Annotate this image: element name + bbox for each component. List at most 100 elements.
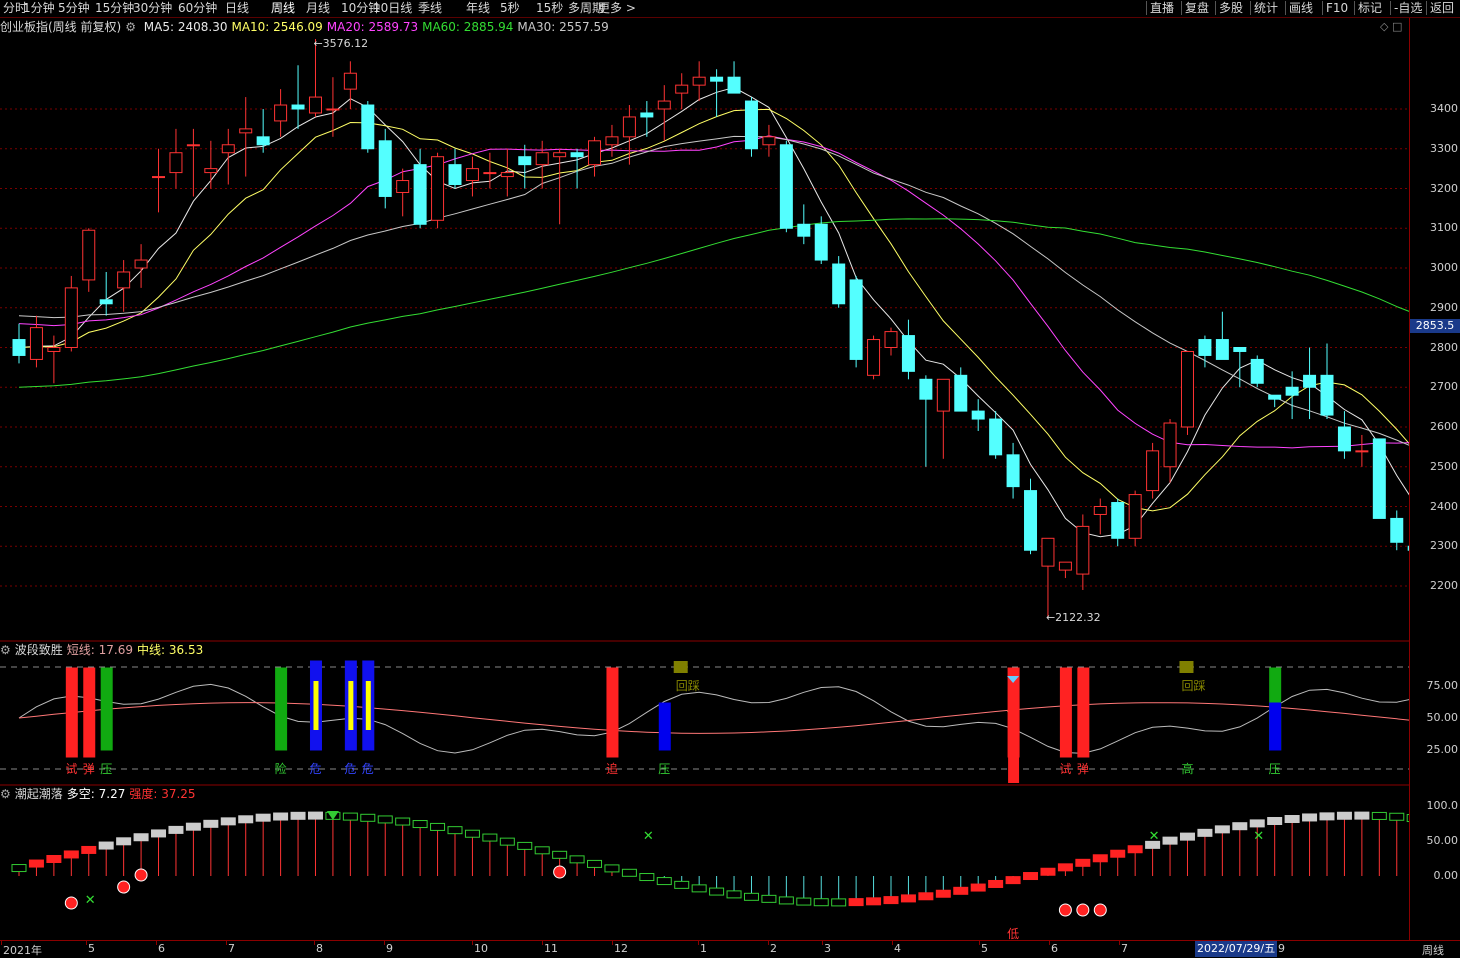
period-tab-13[interactable]: 5秒 (500, 0, 520, 16)
toolbar-separator (1250, 1, 1251, 15)
period-tab-16[interactable]: 更多 > (598, 0, 636, 16)
ind2-box (1232, 822, 1248, 831)
ind2-box (569, 855, 585, 864)
ind2-box (970, 883, 986, 892)
ind2-duokong: 多空: 7.27 (66, 787, 126, 801)
price-tick-8: 2600 (1430, 420, 1458, 433)
price-chart: ←3576.12←2122.32试弹压险危危危追压回踩试弹高压回踩✕✕ ✕ ✕低 (0, 37, 1409, 940)
ind2-legend: ⚙ 潮起潮落 多空: 7.27 强度: 37.25 (0, 787, 200, 801)
toolbar-item-1[interactable]: 复盘 (1185, 0, 1209, 16)
candle-body (989, 418, 1003, 456)
toolbar-item-4[interactable]: 画线 (1289, 0, 1313, 16)
ind2-box (743, 892, 759, 901)
candle-body (1303, 374, 1317, 388)
ind2-box (447, 826, 463, 835)
ind2-box (238, 815, 254, 824)
ind1-mark-6: 危 (362, 762, 374, 776)
ind2-box (883, 896, 899, 905)
ind2-box (918, 892, 934, 901)
period-tab-2[interactable]: 5分钟 (58, 0, 90, 16)
toolbar-item-8[interactable]: 返回 (1430, 0, 1454, 16)
period-tab-14[interactable]: 15秒 (536, 0, 563, 16)
time-tick-6: 10 (474, 942, 488, 955)
chart-options-icon[interactable]: ◇ □ (1380, 20, 1402, 33)
ind1-bar (1008, 693, 1020, 783)
toolbar-item-2[interactable]: 多股 (1219, 0, 1243, 16)
ind1-bar (658, 702, 671, 751)
candle-body (1076, 525, 1090, 575)
candle-body (1180, 350, 1194, 428)
time-tick-mark (979, 941, 980, 945)
price-tick-7: 2700 (1430, 380, 1458, 394)
toolbar-item-7[interactable]: -自选 (1394, 0, 1422, 16)
price-tick-5: 2900 (1430, 300, 1458, 314)
ma30-line (18, 135, 1409, 446)
candle-body (814, 223, 828, 261)
ind2-box (552, 850, 568, 859)
ind2-box (151, 829, 167, 838)
time-tick-mark (822, 941, 823, 945)
candle-body (1390, 517, 1404, 543)
candle-body (1337, 426, 1351, 452)
ind1-gear-icon[interactable]: ⚙ (0, 643, 11, 657)
period-tab-5[interactable]: 60分钟 (178, 0, 217, 16)
ind2-box (1336, 811, 1352, 820)
time-tick-0: 2021年 (3, 944, 42, 957)
ind2-box (255, 813, 271, 822)
ind2-box (604, 864, 620, 873)
period-tab-3[interactable]: 15分钟 (95, 0, 134, 16)
ind1-bar (1077, 667, 1090, 758)
period-tab-12[interactable]: 年线 (466, 0, 490, 16)
time-tick-mark (698, 941, 699, 945)
price-tick-1: 3300 (1430, 141, 1458, 155)
candle-body (797, 223, 811, 237)
ind2-box (988, 879, 1004, 888)
cross-marker-icon: ✕ (643, 829, 654, 844)
low-mark: 低 (1007, 927, 1019, 940)
period-label: 周线 (1422, 944, 1444, 957)
toolbar-item-6[interactable]: 标记 (1358, 0, 1382, 16)
ind2-box (412, 820, 428, 829)
ind1-mark-8: 压 (658, 762, 670, 776)
period-tab-1[interactable]: 1分钟 (23, 0, 55, 16)
ind1-bar-inner (348, 681, 354, 730)
period-tab-7[interactable]: 周线 (271, 0, 295, 16)
ind2-box (1354, 811, 1370, 820)
candle-body (727, 76, 741, 94)
price-tick-11: 2300 (1430, 539, 1458, 553)
ind2-box (273, 812, 289, 821)
ind2-name: 潮起潮落 (14, 787, 63, 801)
period-tab-10[interactable]: 10日线 (373, 0, 412, 16)
period-tab-8[interactable]: 月线 (306, 0, 330, 16)
ind2-gear-icon[interactable]: ⚙ (0, 787, 11, 801)
ma10-line (18, 108, 1409, 512)
candle-body (1146, 450, 1160, 492)
time-tick-16: 9 (1278, 942, 1285, 955)
candle-body (134, 259, 148, 269)
candle-body (1006, 454, 1020, 488)
ind2-box (1389, 812, 1405, 821)
toolbar-separator (1215, 1, 1216, 15)
ind2-box (587, 859, 603, 868)
ma20-line (18, 135, 1409, 449)
time-tick-9: 1 (700, 942, 707, 955)
candle-body (29, 327, 43, 360)
ind2-box (482, 833, 498, 842)
toolbar-item-0[interactable]: 直播 (1150, 0, 1174, 16)
time-tick-7: 11 (544, 942, 558, 955)
period-tab-6[interactable]: 日线 (225, 0, 249, 16)
toolbar-item-5[interactable]: F10 (1326, 0, 1348, 16)
toolbar-item-3[interactable]: 统计 (1254, 0, 1278, 16)
ind1-mark-11: 弹 (1077, 762, 1089, 776)
ind2-box (796, 897, 812, 906)
candle-body (1268, 394, 1282, 400)
candle-body (744, 100, 758, 150)
current-price-tag: 2853.5 (1410, 319, 1460, 334)
period-tab-4[interactable]: 30分钟 (133, 0, 172, 16)
period-tab-11[interactable]: 季线 (418, 0, 442, 16)
ind1-mark-7: 追 (606, 761, 618, 776)
ind1-bar (100, 667, 113, 751)
toolbar-separator (1322, 1, 1323, 15)
candle-body (553, 152, 567, 158)
candle-body (274, 104, 288, 122)
